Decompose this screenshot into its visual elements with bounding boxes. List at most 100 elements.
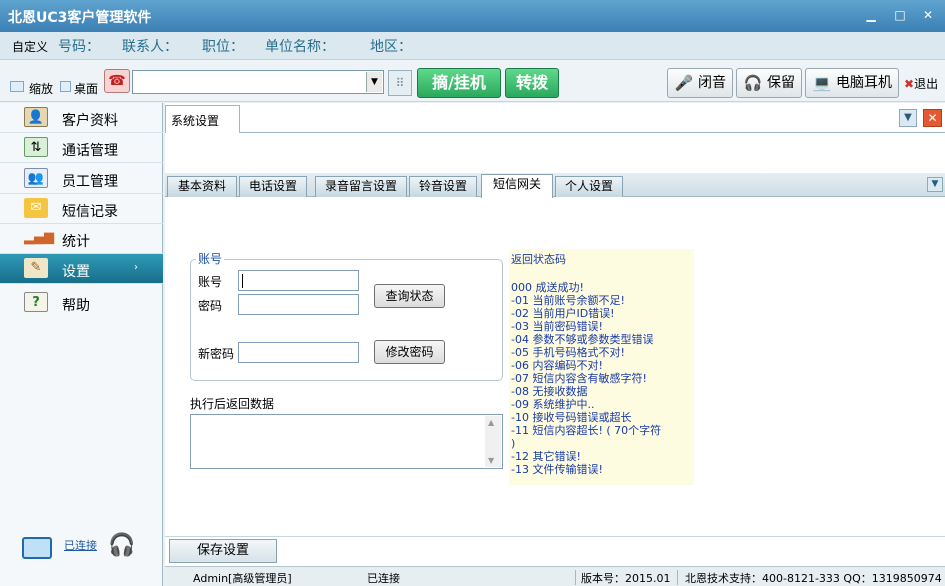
change-password-button[interactable]: 修改密码	[374, 340, 445, 364]
save-settings-button[interactable]: 保存设置	[169, 539, 277, 563]
dropdown-arrow-icon[interactable]: ▼	[366, 72, 382, 92]
status-code-row: -13 文件传输错误!	[511, 463, 603, 476]
result-label: 执行后返回数据	[190, 397, 275, 411]
hold-button[interactable]: 🎧 保留	[736, 68, 802, 98]
staff-icon: 👥	[24, 168, 48, 188]
sidebar-item-label: 统计	[62, 234, 90, 250]
scrollbar[interactable]: ▲ ▼	[485, 416, 501, 467]
sidebar-item-calls[interactable]: ⇅ 通话管理	[0, 133, 163, 163]
new-password-label: 新密码	[198, 347, 235, 361]
text-caret	[242, 274, 243, 288]
version-number: 版本号：2015.01	[581, 572, 671, 585]
bar-chart-icon: ▂▄▆	[24, 230, 54, 245]
sidebar-item-customers[interactable]: 👤 客户资料	[0, 103, 163, 133]
status-code-row: -01 当前账号余额不足!	[511, 294, 625, 307]
scroll-down-icon[interactable]: ▼	[488, 456, 494, 465]
status-codes-panel: 返回状态码 000 成送成功! -01 当前账号余额不足! -02 当前用户ID…	[509, 249, 694, 485]
customize-link[interactable]: 自定义	[12, 38, 48, 55]
keypad-icon[interactable]: ⠿	[388, 70, 412, 96]
status-code-row: -06 内容编码不对!	[511, 359, 603, 372]
tech-support: 北恩技术支持：400-8121-333 QQ：1319850974	[685, 572, 942, 585]
sidebar-item-label: 设置	[62, 264, 90, 280]
tab-ringtone-settings[interactable]: 铃音设置	[409, 176, 477, 197]
customer-icon: 👤	[24, 107, 48, 127]
caller-info-bar: 自定义 号码： 联系人： 职位： 单位名称： 地区：	[0, 32, 945, 60]
scroll-up-icon[interactable]: ▲	[488, 418, 494, 427]
account-group-title: 账号	[196, 250, 225, 267]
mute-label: 闭音	[698, 75, 726, 91]
dial-number-combobox[interactable]: ▼	[132, 70, 384, 94]
sidebar-item-help[interactable]: ? 帮助	[0, 288, 163, 318]
chevron-down-icon[interactable]: ▼	[899, 109, 917, 127]
maximize-button[interactable]: □	[893, 8, 907, 22]
account-input[interactable]	[238, 270, 359, 291]
computer-icon	[22, 537, 52, 559]
tab-phone-settings[interactable]: 电话设置	[239, 176, 307, 197]
headphones-icon: 🎧	[743, 74, 763, 92]
hold-label: 保留	[767, 75, 795, 91]
pc-headset-button[interactable]: 💻 电脑耳机	[805, 68, 899, 98]
new-password-input[interactable]	[238, 342, 359, 363]
hook-button[interactable]: 摘/挂机	[417, 68, 501, 98]
status-code-row: -11 短信内容超长! ( 70个字符	[511, 424, 662, 437]
close-tab-icon[interactable]: ✕	[923, 109, 942, 127]
sidebar-item-label: 帮助	[62, 298, 90, 314]
connection-status[interactable]: 已连接 🎧	[22, 533, 135, 563]
minimize-button[interactable]: ▁	[864, 8, 878, 22]
status-code-row: -08 无接收数据	[511, 385, 588, 398]
microphone-icon: 🎤	[674, 74, 694, 92]
password-label: 密码	[198, 299, 223, 313]
account-label: 账号	[198, 275, 223, 289]
desktop-checkbox[interactable]	[60, 81, 71, 92]
shrink-checkbox[interactable]	[10, 81, 24, 92]
main-panel: 系统设置 ▼ ✕ 基本资料 电话设置 录音留言设置 铃音设置 短信网关 个人设置…	[165, 103, 945, 586]
status-code-row: -04 参数不够或参数类型错误	[511, 333, 654, 346]
status-code-row: -07 短信内容含有敏感字符!	[511, 372, 647, 385]
phone-icon[interactable]: ☎	[104, 69, 130, 93]
sidebar-item-label: 员工管理	[62, 174, 118, 190]
sidebar-item-stats[interactable]: ▂▄▆ 统计	[0, 224, 163, 254]
tab-system-settings[interactable]: 系统设置	[165, 105, 240, 133]
exit-button[interactable]: ✖退出	[904, 75, 938, 92]
computer-headset-icon: 💻	[812, 74, 832, 92]
tab-sms-gateway[interactable]: 短信网关	[481, 174, 553, 198]
help-icon: ?	[24, 292, 48, 312]
sidebar-item-label: 短信记录	[62, 204, 118, 220]
status-code-row: -09 系统维护中..	[511, 398, 595, 411]
tab-divider	[240, 132, 945, 133]
chevron-down-icon[interactable]: ▼	[927, 177, 943, 192]
company-field: 单位名称：	[265, 39, 335, 55]
divider	[165, 536, 945, 537]
exit-label: 退出	[914, 77, 939, 91]
desktop-label: 桌面	[74, 82, 99, 96]
close-button[interactable]: ✕	[921, 8, 935, 22]
envelope-icon: ✉	[24, 198, 48, 218]
sidebar-item-label: 通话管理	[62, 143, 118, 159]
settings-icon: ✎	[24, 258, 48, 278]
sidebar-item-sms[interactable]: ✉ 短信记录	[0, 194, 163, 224]
mute-button[interactable]: 🎤 闭音	[667, 68, 733, 98]
exit-icon: ✖	[904, 77, 915, 91]
current-user: Admin[高级管理员]	[193, 572, 292, 585]
sidebar-item-settings[interactable]: ✎ 设置 ›	[0, 254, 163, 284]
connection-label[interactable]: 已连接	[64, 537, 97, 553]
tab-recording-settings[interactable]: 录音留言设置	[315, 176, 407, 197]
status-codes-title: 返回状态码	[511, 253, 566, 266]
sidebar-item-label: 客户资料	[62, 113, 118, 129]
status-bar: Admin[高级管理员] 已连接 版本号：2015.01 北恩技术支持：400-…	[165, 566, 945, 586]
divider	[575, 570, 576, 585]
query-status-button[interactable]: 查询状态	[374, 284, 445, 308]
chevron-right-icon: ›	[134, 262, 138, 273]
contact-field: 联系人：	[122, 39, 178, 55]
sidebar-item-staff[interactable]: 👥 员工管理	[0, 164, 163, 194]
call-icon: ⇅	[24, 137, 48, 157]
tab-basic-info[interactable]: 基本资料	[167, 176, 237, 197]
status-code-row: -10 接收号码错误或超长	[511, 411, 632, 424]
toolbar: 缩放 桌面 ☎ ▼ ⠿ 摘/挂机 转拨 🎤 闭音 🎧 保留 💻 电脑耳机 ✖退出	[0, 60, 945, 102]
transfer-button[interactable]: 转拨	[505, 68, 559, 98]
tab-personal-settings[interactable]: 个人设置	[555, 176, 623, 197]
divider	[677, 570, 678, 585]
result-textarea[interactable]: ▲ ▼	[190, 414, 503, 469]
password-input[interactable]	[238, 294, 359, 315]
status-code-row: )	[511, 437, 516, 450]
